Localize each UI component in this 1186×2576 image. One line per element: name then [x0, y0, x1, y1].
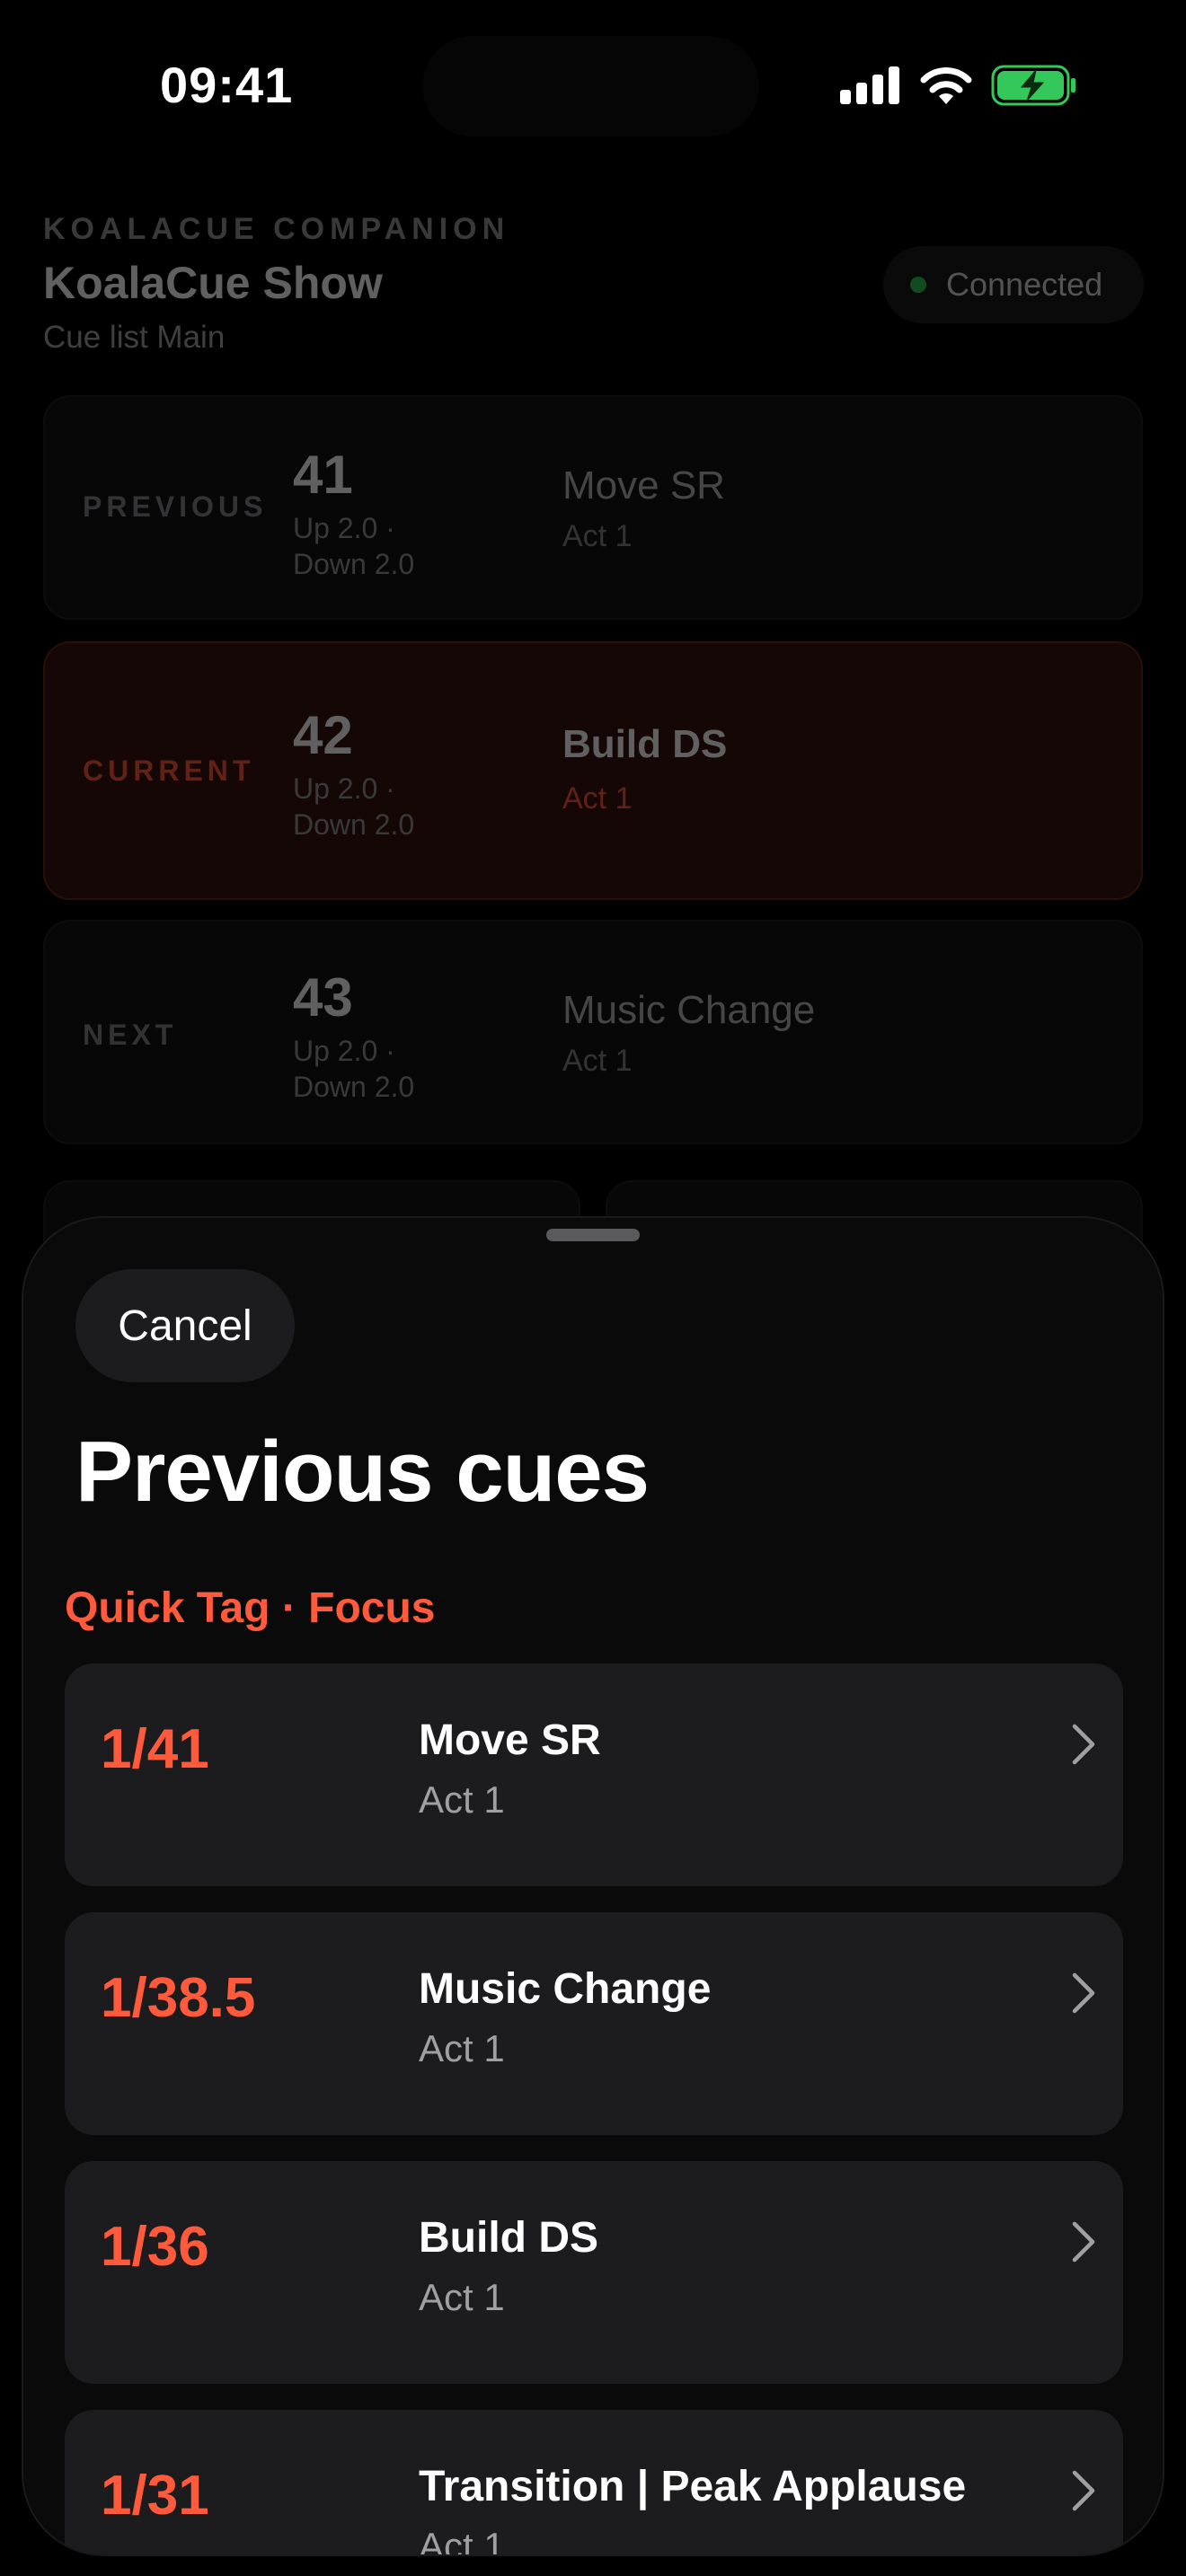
cancel-button[interactable]: Cancel: [75, 1269, 295, 1382]
cue-list-row[interactable]: 1/31 Transition | Peak Applause Act 1: [65, 2410, 1123, 2556]
chevron-right-icon: [1072, 1724, 1095, 1765]
row-cue-act: Act 1: [419, 2027, 505, 2069]
row-cue-name: Transition | Peak Applause: [419, 2463, 967, 2510]
sheet-title: Previous cues: [75, 1424, 650, 1520]
cellular-signal-icon: [840, 65, 901, 104]
row-cue-act: Act 1: [419, 2525, 505, 2556]
status-time: 09:41: [160, 57, 294, 113]
chevron-right-icon: [1072, 2470, 1095, 2511]
chevron-right-icon: [1072, 1972, 1095, 2014]
dynamic-island: [422, 36, 759, 137]
cue-list-row[interactable]: 1/41 Move SR Act 1: [65, 1663, 1123, 1886]
row-cue-number: 1/38.5: [101, 1967, 256, 2029]
row-cue-name: Move SR: [419, 1716, 601, 1764]
row-cue-name: Build DS: [419, 2214, 598, 2262]
cue-list-row[interactable]: 1/38.5 Music Change Act 1: [65, 1912, 1123, 2135]
screen: KOALACUE COMPANION KoalaCue Show Cue lis…: [0, 0, 1186, 2576]
previous-cues-sheet: Cancel Previous cues Quick Tag · Focus 1…: [22, 1216, 1164, 2556]
status-bar: 09:41: [0, 0, 1186, 171]
row-cue-name: Music Change: [419, 1965, 712, 2013]
section-header: Quick Tag · Focus: [65, 1584, 436, 1632]
row-cue-act: Act 1: [419, 1778, 505, 1821]
row-cue-number: 1/36: [101, 2216, 209, 2278]
row-cue-number: 1/41: [101, 1718, 209, 1780]
row-cue-act: Act 1: [419, 2276, 505, 2318]
chevron-right-icon: [1072, 2221, 1095, 2263]
row-cue-number: 1/31: [101, 2465, 209, 2527]
cue-list-row[interactable]: 1/36 Build DS Act 1: [65, 2161, 1123, 2384]
wifi-icon: [920, 67, 972, 104]
battery-charging-icon: [991, 65, 1075, 106]
sheet-grabber-handle[interactable]: [546, 1229, 640, 1241]
